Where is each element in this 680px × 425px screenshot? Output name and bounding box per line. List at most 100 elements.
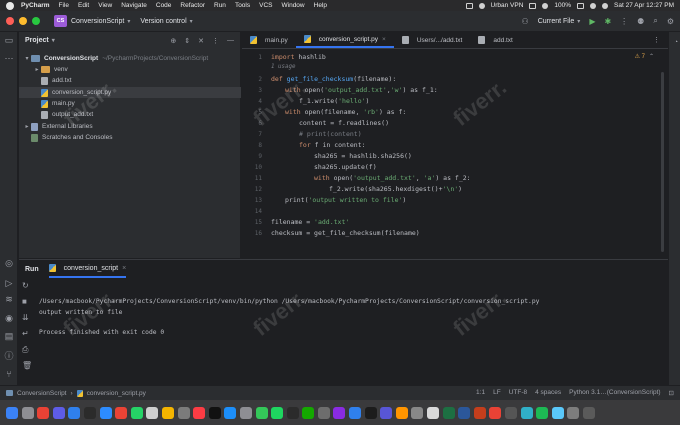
run-configuration-select[interactable]: Current File bbox=[538, 18, 575, 25]
delete-icon[interactable]: 🗑 bbox=[22, 362, 32, 370]
more-icon[interactable]: ⋮ bbox=[620, 17, 628, 26]
project-switcher[interactable]: ConversionScript bbox=[71, 18, 124, 25]
scroll-to-end-icon[interactable]: ⇊ bbox=[22, 314, 30, 322]
pycharm-icon[interactable] bbox=[286, 406, 299, 419]
control-center-icon[interactable] bbox=[602, 2, 609, 9]
app-icon[interactable] bbox=[177, 406, 190, 419]
run-tool-icon[interactable]: ▷ bbox=[4, 279, 14, 288]
menu-view[interactable]: View bbox=[98, 2, 112, 9]
line-separator[interactable]: LF bbox=[493, 389, 501, 397]
menu-refactor[interactable]: Refactor bbox=[180, 2, 205, 9]
close-window-button[interactable] bbox=[6, 17, 14, 25]
app-icon[interactable] bbox=[489, 406, 502, 419]
search-icon[interactable] bbox=[590, 2, 597, 9]
chevron-down-icon[interactable]: ▾ bbox=[23, 55, 31, 62]
app-icon[interactable] bbox=[83, 406, 96, 419]
hide-icon[interactable]: — bbox=[227, 37, 234, 45]
safari-icon[interactable] bbox=[68, 406, 81, 419]
vpn-label[interactable]: Urban VPN bbox=[491, 2, 524, 9]
finder-icon[interactable] bbox=[6, 406, 18, 419]
inspection-widget[interactable]: ⚠ 7 ⌃ bbox=[635, 53, 654, 60]
expand-icon[interactable]: ⇕ bbox=[184, 37, 190, 45]
settings-icon[interactable]: ⚙ bbox=[667, 17, 674, 26]
structure-icon[interactable]: ⋯ bbox=[4, 54, 14, 63]
app-store-icon[interactable] bbox=[224, 406, 237, 419]
menu-tools[interactable]: Tools bbox=[235, 2, 250, 9]
close-tab-icon[interactable]: × bbox=[382, 36, 386, 43]
editor-scrollbar[interactable] bbox=[661, 72, 664, 252]
app-icon[interactable] bbox=[427, 406, 440, 419]
chevron-up-icon[interactable]: ⌃ bbox=[649, 54, 654, 60]
chrome-icon[interactable] bbox=[37, 406, 50, 419]
excel-icon[interactable] bbox=[442, 406, 455, 419]
project-folder-icon[interactable]: ▭ bbox=[4, 36, 14, 45]
chevron-right-icon[interactable]: ▸ bbox=[23, 123, 31, 130]
tree-item-root[interactable]: ▾ ConversionScript ~/PycharmProjects/Con… bbox=[19, 53, 241, 64]
search-everywhere-icon[interactable]: ⌕ bbox=[653, 16, 657, 26]
tree-item-add-txt[interactable]: add.txt bbox=[19, 75, 241, 86]
breadcrumb-file[interactable]: conversion_script.py bbox=[87, 390, 146, 397]
menu-code[interactable]: Code bbox=[156, 2, 172, 9]
tab-add-txt[interactable]: add.txt bbox=[470, 32, 521, 48]
tree-item-main-py[interactable]: main.py bbox=[19, 98, 241, 109]
chevron-down-icon[interactable]: ▾ bbox=[577, 18, 580, 25]
app-icon[interactable] bbox=[505, 406, 517, 419]
menu-navigate[interactable]: Navigate bbox=[121, 2, 147, 9]
python-interpreter[interactable]: Python 3.1…(ConversionScript) bbox=[569, 389, 660, 397]
battery-percent[interactable]: 100% bbox=[554, 2, 571, 9]
caret-position[interactable]: 1:1 bbox=[476, 389, 485, 397]
apple-icon[interactable] bbox=[6, 1, 14, 10]
chevron-down-icon[interactable]: ▾ bbox=[52, 37, 55, 44]
indent-setting[interactable]: 4 spaces bbox=[535, 389, 561, 397]
system-settings-icon[interactable] bbox=[239, 406, 252, 419]
run-tab-conversion-script[interactable]: conversion_script × bbox=[48, 260, 127, 278]
debug-icon[interactable]: ✱ bbox=[604, 17, 611, 26]
app-icon[interactable] bbox=[52, 406, 65, 419]
upwork-icon[interactable] bbox=[302, 406, 315, 419]
app-icon[interactable] bbox=[349, 406, 362, 419]
vpn-icon[interactable] bbox=[478, 2, 485, 9]
screen-record-icon[interactable] bbox=[465, 2, 473, 9]
app-icon[interactable] bbox=[551, 406, 564, 419]
close-tab-icon[interactable]: × bbox=[122, 265, 126, 272]
tab-conversion-script[interactable]: conversion_script.py × bbox=[295, 32, 394, 48]
menu-edit[interactable]: Edit bbox=[78, 2, 89, 9]
project-panel-title[interactable]: Project bbox=[25, 37, 49, 44]
chevron-down-icon[interactable]: ▾ bbox=[127, 18, 130, 25]
tree-item-venv[interactable]: ▸ venv bbox=[19, 64, 241, 75]
tv-icon[interactable] bbox=[208, 406, 221, 419]
app-icon[interactable] bbox=[255, 406, 268, 419]
clock[interactable]: Sat 27 Apr 12:27 PM bbox=[614, 2, 674, 9]
stop-icon[interactable]: ■ bbox=[22, 298, 30, 306]
run-icon[interactable]: ▶ bbox=[589, 17, 595, 26]
terminal-icon[interactable]: ▤ bbox=[4, 332, 14, 341]
display-icon[interactable] bbox=[529, 2, 537, 9]
options-icon[interactable]: ⋮ bbox=[212, 37, 219, 45]
services-icon[interactable]: ◉ bbox=[4, 314, 14, 323]
battery-icon[interactable] bbox=[577, 2, 585, 9]
app-icon[interactable] bbox=[317, 406, 330, 419]
tree-item-output-add-txt[interactable]: output_add.txt bbox=[19, 109, 241, 120]
python-packages-icon[interactable]: ◎ bbox=[4, 259, 14, 268]
music-icon[interactable] bbox=[193, 406, 206, 419]
menu-run[interactable]: Run bbox=[214, 2, 226, 9]
chevron-right-icon[interactable]: ▸ bbox=[33, 66, 41, 73]
app-icon[interactable] bbox=[567, 406, 580, 419]
menu-app-name[interactable]: PyCharm bbox=[21, 2, 50, 9]
notes-icon[interactable] bbox=[161, 406, 174, 419]
notifications-icon[interactable]: ◔ bbox=[671, 38, 680, 47]
tree-item-external-libraries[interactable]: ▸ External Libraries bbox=[19, 121, 241, 132]
app-icon[interactable] bbox=[395, 406, 408, 419]
users-icon[interactable]: ⚉ bbox=[637, 17, 644, 26]
wifi-icon[interactable] bbox=[542, 2, 549, 9]
git-icon[interactable]: ⑂ bbox=[4, 370, 14, 379]
menu-help[interactable]: Help bbox=[314, 2, 327, 9]
mail-icon[interactable] bbox=[115, 406, 128, 419]
zoom-window-button[interactable] bbox=[32, 17, 40, 25]
problems-icon[interactable]: ⓘ bbox=[4, 352, 14, 361]
layers-icon[interactable]: ≋ bbox=[4, 295, 14, 304]
tree-item-conversion-script[interactable]: conversion_script.py bbox=[19, 87, 241, 99]
spotify-icon[interactable] bbox=[536, 406, 549, 419]
app-icon[interactable] bbox=[520, 406, 533, 419]
lock-icon[interactable]: ⊡ bbox=[669, 389, 674, 397]
